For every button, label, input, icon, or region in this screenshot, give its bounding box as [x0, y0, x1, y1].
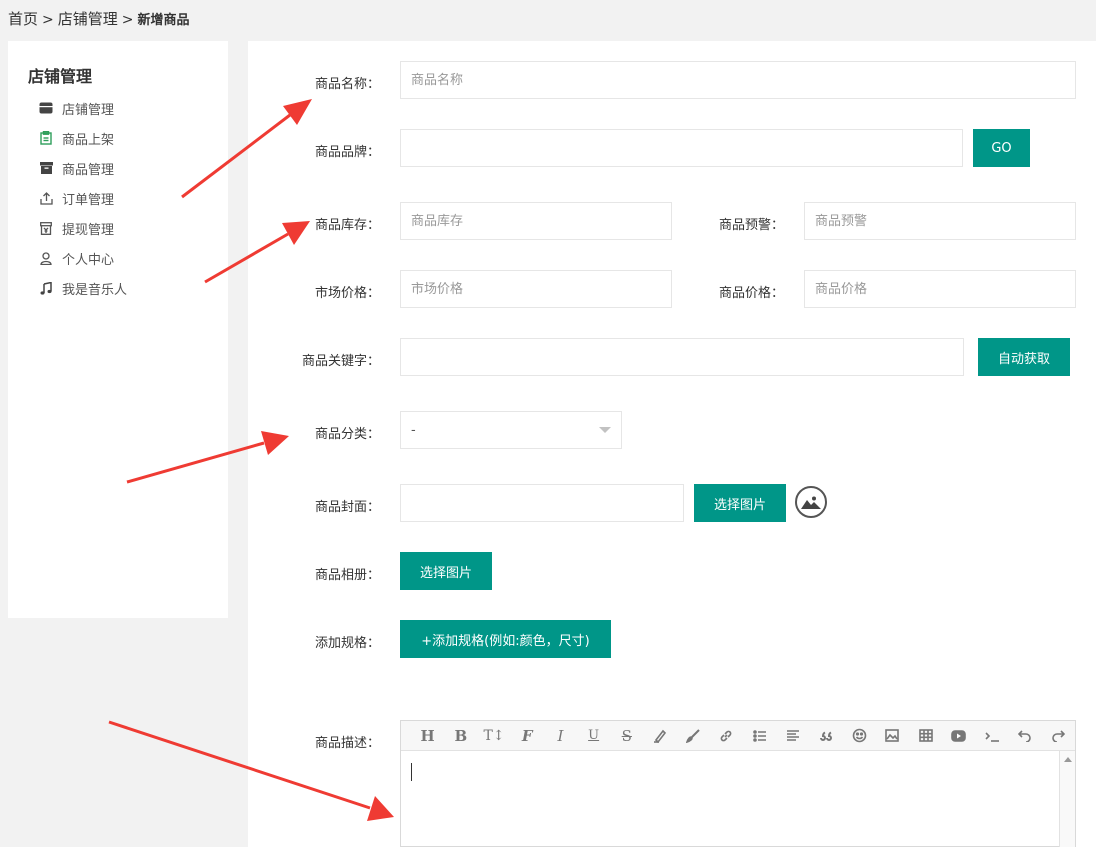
- keywords-label: 商品关键字：: [301, 354, 380, 369]
- brand-go-button[interactable]: GO: [973, 129, 1030, 167]
- redo-icon[interactable]: [1042, 721, 1075, 751]
- text-cursor: [411, 763, 412, 781]
- sidebar-item-store[interactable]: 店铺管理: [38, 98, 114, 118]
- product-brand-label: 商品品牌：: [314, 145, 380, 160]
- image-icon[interactable]: [876, 721, 909, 751]
- category-select[interactable]: -: [400, 411, 622, 449]
- sidebar-item-musician[interactable]: 我是音乐人: [38, 278, 127, 298]
- user-icon: [38, 250, 54, 266]
- sidebar-item-products[interactable]: 商品管理: [38, 158, 114, 178]
- align-icon[interactable]: [776, 721, 809, 751]
- image-preview-icon[interactable]: [795, 486, 827, 518]
- bold-icon[interactable]: B: [444, 721, 477, 751]
- market-price-label: 市场价格：: [314, 286, 380, 301]
- album-label: 商品相册：: [314, 568, 380, 583]
- sidebar-item-label: 店铺管理: [62, 102, 115, 118]
- editor-content-area[interactable]: [401, 751, 1075, 847]
- category-select-value: -: [411, 422, 416, 438]
- code-icon[interactable]: [975, 721, 1008, 751]
- keywords-input[interactable]: [400, 338, 964, 376]
- category-label: 商品分类：: [314, 427, 380, 442]
- list-icon[interactable]: [743, 721, 776, 751]
- breadcrumb: 首页 > 店铺管理 > 新增商品: [8, 8, 190, 29]
- sidebar-item-orders[interactable]: 订单管理: [38, 188, 114, 208]
- description-label: 商品描述：: [314, 736, 380, 751]
- brush-icon[interactable]: [677, 721, 710, 751]
- sidebar-item-label: 商品管理: [62, 162, 115, 178]
- archive-icon: [38, 160, 54, 176]
- sidebar-item-withdraw[interactable]: 提现管理: [38, 218, 114, 238]
- product-stock-input[interactable]: [400, 202, 672, 240]
- undo-icon[interactable]: [1009, 721, 1042, 751]
- description-editor: H B T↕ F I U S: [400, 720, 1076, 847]
- emoji-icon[interactable]: [843, 721, 876, 751]
- product-brand-input[interactable]: [400, 129, 963, 167]
- chevron-down-icon: [599, 427, 611, 433]
- add-spec-button[interactable]: +添加规格(例如:颜色，尺寸): [400, 620, 611, 658]
- sidebar: 店铺管理 店铺管理 商品上架 商品管理 订单管理 提现管理 个人中心 我是音乐人: [8, 41, 228, 618]
- sidebar-item-label: 订单管理: [62, 192, 115, 208]
- underline-icon[interactable]: U: [577, 721, 610, 751]
- breadcrumb-home[interactable]: 首页: [8, 10, 38, 28]
- cover-select-image-button[interactable]: 选择图片: [694, 484, 786, 522]
- album-select-image-button[interactable]: 选择图片: [400, 552, 492, 590]
- product-stock-label: 商品库存：: [314, 218, 380, 233]
- link-icon[interactable]: [710, 721, 743, 751]
- heading-icon[interactable]: H: [411, 721, 444, 751]
- product-warning-label: 商品预警：: [718, 218, 784, 233]
- font-icon[interactable]: F: [511, 721, 544, 751]
- text-size-icon[interactable]: T↕: [477, 721, 510, 751]
- sidebar-item-label: 商品上架: [62, 132, 115, 148]
- cover-input[interactable]: [400, 484, 684, 522]
- product-price-label: 商品价格：: [718, 286, 784, 301]
- sidebar-item-listing[interactable]: 商品上架: [38, 128, 114, 148]
- product-price-input[interactable]: [804, 270, 1076, 308]
- spec-label: 添加规格：: [314, 636, 380, 651]
- strikethrough-icon[interactable]: S: [610, 721, 643, 751]
- clipboard-icon: [38, 130, 54, 146]
- market-price-input[interactable]: [400, 270, 672, 308]
- video-icon[interactable]: [942, 721, 975, 751]
- sidebar-item-label: 我是音乐人: [62, 282, 128, 298]
- italic-icon[interactable]: I: [544, 721, 577, 751]
- sidebar-item-label: 个人中心: [62, 252, 115, 268]
- breadcrumb-separator: >: [42, 12, 54, 28]
- product-warning-input[interactable]: [804, 202, 1076, 240]
- breadcrumb-shop[interactable]: 店铺管理: [58, 10, 118, 28]
- editor-scrollbar[interactable]: [1059, 751, 1075, 847]
- editor-toolbar: H B T↕ F I U S: [401, 721, 1075, 751]
- sidebar-item-profile[interactable]: 个人中心: [38, 248, 114, 268]
- sidebar-title: 店铺管理: [28, 67, 93, 86]
- cover-label: 商品封面：: [314, 500, 380, 515]
- upload-icon: [38, 190, 54, 206]
- quote-icon[interactable]: [809, 721, 842, 751]
- auto-fetch-button[interactable]: 自动获取: [978, 338, 1070, 376]
- wallet-icon: [38, 220, 54, 236]
- product-form: 商品名称： 商品品牌： GO 商品库存： 商品预警： 市场价格： 商品价格： 商…: [248, 41, 1096, 847]
- breadcrumb-current: 新增商品: [137, 13, 190, 28]
- product-name-label: 商品名称：: [314, 77, 380, 92]
- sidebar-item-label: 提现管理: [62, 222, 115, 238]
- highlight-icon[interactable]: [643, 721, 676, 751]
- store-icon: [38, 100, 54, 116]
- table-icon[interactable]: [909, 721, 942, 751]
- scroll-up-icon[interactable]: [1064, 757, 1072, 762]
- product-name-input[interactable]: [400, 61, 1076, 99]
- music-icon: [38, 280, 54, 296]
- breadcrumb-separator: >: [121, 12, 134, 28]
